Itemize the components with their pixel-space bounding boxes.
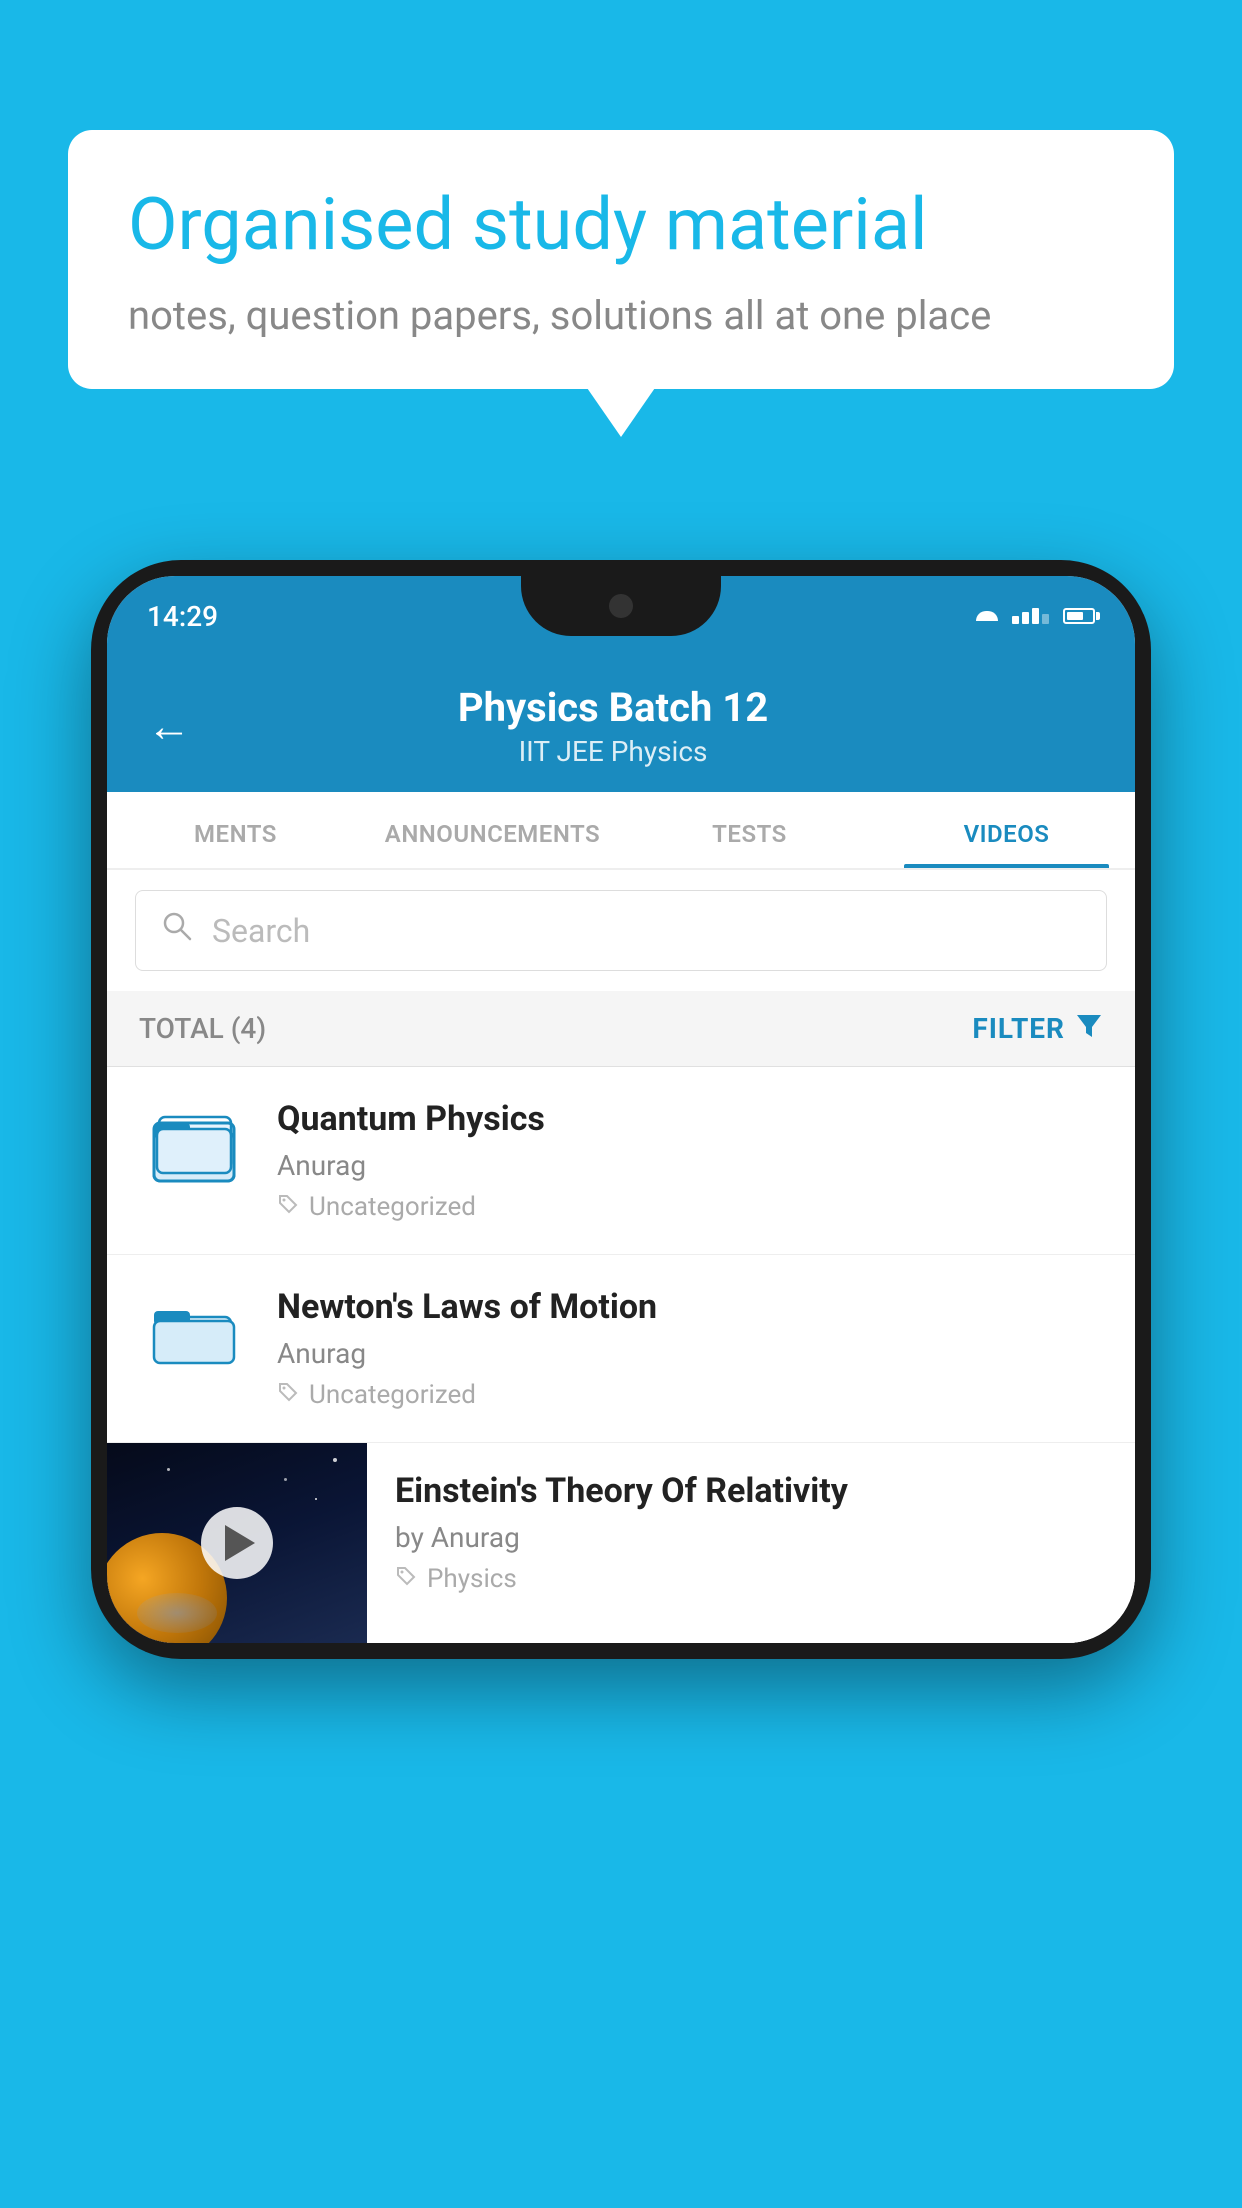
item-author: by Anurag	[395, 1521, 1107, 1554]
batch-title: Physics Batch 12	[221, 684, 1005, 731]
item-title: Newton's Laws of Motion	[277, 1287, 1103, 1327]
tabs-bar: MENTS ANNOUNCEMENTS TESTS VIDEOS	[107, 792, 1135, 870]
list-item[interactable]: Newton's Laws of Motion Anurag Uncategor…	[107, 1255, 1135, 1443]
app-header: ← Physics Batch 12 IIT JEE Physics	[107, 656, 1135, 792]
item-author: Anurag	[277, 1337, 1103, 1370]
filter-row: TOTAL (4) FILTER	[107, 991, 1135, 1067]
item-thumbnail-image	[107, 1443, 367, 1643]
filter-icon	[1075, 1011, 1103, 1046]
filter-label: FILTER	[972, 1012, 1065, 1045]
batch-subtitle: IIT JEE Physics	[221, 735, 1005, 768]
speech-bubble-section: Organised study material notes, question…	[68, 130, 1174, 389]
phone-screen: 14:29	[107, 576, 1135, 1643]
tag-icon	[395, 1564, 417, 1594]
list-item[interactable]: Quantum Physics Anurag Uncategorized	[107, 1067, 1135, 1255]
search-bar[interactable]: Search	[135, 890, 1107, 971]
item-info: Einstein's Theory Of Relativity by Anura…	[367, 1443, 1135, 1622]
header-center: Physics Batch 12 IIT JEE Physics	[221, 684, 1005, 768]
item-tag: Uncategorized	[277, 1380, 1103, 1410]
status-bar: 14:29	[107, 576, 1135, 656]
item-author: Anurag	[277, 1149, 1103, 1182]
search-container: Search	[107, 870, 1135, 991]
content-area: Quantum Physics Anurag Uncategorized	[107, 1067, 1135, 1643]
subtitle-physics: Physics	[611, 735, 708, 768]
item-thumbnail	[139, 1293, 249, 1383]
phone-mockup: 14:29	[91, 560, 1151, 1659]
total-count: TOTAL (4)	[139, 1012, 266, 1045]
tab-tests[interactable]: TESTS	[621, 792, 878, 868]
speech-bubble: Organised study material notes, question…	[68, 130, 1174, 389]
tab-announcements[interactable]: ANNOUNCEMENTS	[364, 792, 621, 868]
back-button[interactable]: ←	[147, 700, 191, 752]
item-title: Quantum Physics	[277, 1099, 1103, 1139]
speech-bubble-subtitle: notes, question papers, solutions all at…	[128, 292, 1114, 339]
item-info: Quantum Physics Anurag Uncategorized	[277, 1099, 1103, 1222]
item-tag: Uncategorized	[277, 1192, 1103, 1222]
status-time: 14:29	[147, 600, 218, 633]
phone-frame: 14:29	[91, 560, 1151, 1659]
tab-ments[interactable]: MENTS	[107, 792, 364, 868]
play-button[interactable]	[201, 1507, 273, 1579]
item-thumbnail	[139, 1105, 249, 1195]
tag-icon	[277, 1380, 299, 1410]
item-tag: Physics	[395, 1564, 1107, 1594]
subtitle-iitjee: IIT JEE	[519, 735, 604, 768]
tag-icon	[277, 1192, 299, 1222]
list-item[interactable]: Einstein's Theory Of Relativity by Anura…	[107, 1443, 1135, 1643]
battery-icon	[1063, 608, 1095, 624]
item-title: Einstein's Theory Of Relativity	[395, 1471, 1107, 1511]
item-info: Newton's Laws of Motion Anurag Uncategor…	[277, 1287, 1103, 1410]
tab-videos[interactable]: VIDEOS	[878, 792, 1135, 868]
filter-button[interactable]: FILTER	[972, 1011, 1103, 1046]
speech-bubble-title: Organised study material	[128, 182, 1114, 268]
search-icon	[160, 909, 194, 952]
camera	[609, 594, 633, 618]
search-placeholder: Search	[212, 912, 310, 950]
status-icons	[976, 608, 1095, 624]
signal-icon	[1012, 608, 1049, 624]
